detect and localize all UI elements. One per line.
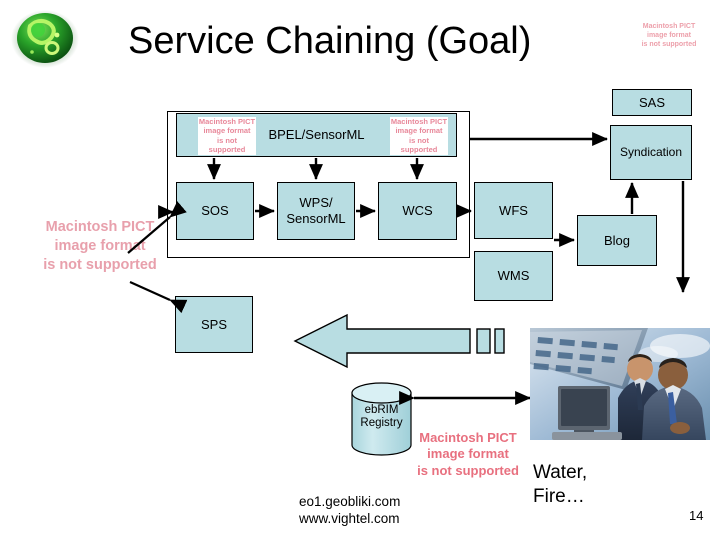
pict-placeholder-bpel-left: Macintosh PICT image format is not suppo…	[198, 117, 256, 155]
diagram-box-wms[interactable]: WMS	[474, 251, 553, 301]
diagram-box-wfs-label: WFS	[499, 202, 528, 218]
diagram-box-wfs[interactable]: WFS	[474, 182, 553, 239]
pict-placeholder-bottom-center: Macintosh PICT image format is not suppo…	[398, 430, 538, 479]
ebrim-registry-cylinder[interactable]: ebRIM Registry	[351, 382, 412, 456]
diagram-box-sos-label: SOS	[201, 203, 229, 219]
ebrim-registry-label: ebRIM Registry	[360, 404, 403, 430]
diagram-box-wcs-label: WCS	[402, 203, 433, 219]
diagram-box-sas-label: SAS	[638, 94, 665, 110]
footer-urls: eo1.geobliki.com www.vightel.com	[299, 494, 401, 526]
diagram-box-blog[interactable]: Blog	[577, 215, 657, 266]
diagram-box-sps-label: SPS	[200, 316, 227, 332]
diagram-box-sos[interactable]: SOS	[176, 182, 254, 240]
diagram-box-wcs[interactable]: WCS	[378, 182, 457, 240]
slide-canvas: Service Chaining (Goal) Macintosh PICT i…	[0, 0, 720, 540]
diagram-box-syndication[interactable]: Syndication	[610, 125, 692, 180]
diagram-box-syndication-label: Syndication	[619, 145, 683, 160]
page-number: 14	[689, 508, 704, 523]
footer-caption: Water, Fire…	[533, 462, 588, 508]
pict-placeholder-left-middle: Macintosh PICT image format is not suppo…	[30, 218, 170, 275]
pict-placeholder-top-right: Macintosh PICT image format is not suppo…	[626, 22, 712, 50]
page-title: Service Chaining (Goal)	[128, 20, 532, 62]
photo-two-men-at-computer	[530, 328, 710, 440]
pict-placeholder-bpel-right: Macintosh PICT image format is not suppo…	[390, 117, 448, 155]
diagram-box-bpel-label: BPEL/SensorML	[268, 127, 365, 143]
diagram-box-wps[interactable]: WPS/ SensorML	[277, 182, 355, 240]
diagram-box-sps[interactable]: SPS	[175, 296, 253, 353]
diagram-box-wps-label: WPS/ SensorML	[286, 195, 346, 226]
diagram-box-sas[interactable]: SAS	[612, 89, 692, 116]
diagram-box-wms-label: WMS	[497, 268, 530, 284]
green-orb-logo	[8, 8, 84, 70]
diagram-box-blog-label: Blog	[603, 232, 631, 248]
